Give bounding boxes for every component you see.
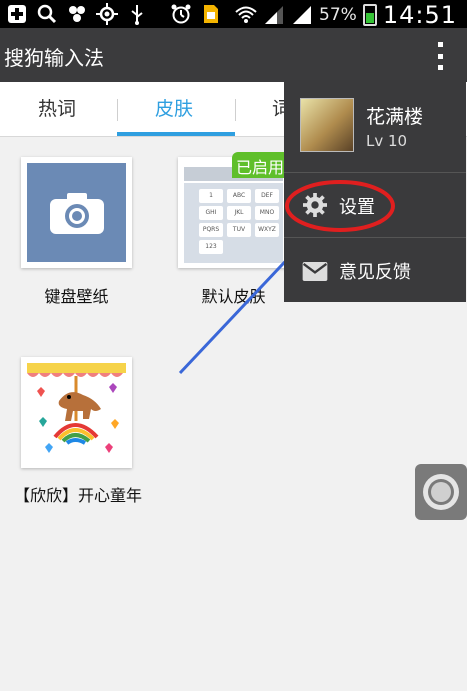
active-tab-indicator (117, 132, 235, 136)
usb-icon (126, 3, 148, 25)
tab-divider (117, 99, 118, 121)
keyboard-preview: 1 ABC DEF GHI JKL MNO PQRS TUV WXYZ 123 (184, 183, 283, 263)
overflow-menu: 花满楼 Lv 10 设置 意见反馈 (284, 80, 466, 302)
tab-divider (235, 99, 236, 121)
app-bar: 搜狗输入法 (0, 28, 467, 82)
menu-item-label: 意见反馈 (339, 262, 411, 283)
preview-key: TUV (227, 223, 251, 237)
preview-key: WXYZ (255, 223, 279, 237)
status-bar: 57% 14:51 (0, 0, 467, 29)
preview-key: PQRS (199, 223, 223, 237)
preview-key: DEF (255, 189, 279, 203)
skin-card-keyboard-wallpaper[interactable] (21, 157, 132, 268)
preview-key: 123 (199, 240, 223, 254)
user-profile[interactable]: 花满楼 Lv 10 (284, 80, 466, 173)
menu-item-label: 设置 (339, 197, 375, 218)
user-level: Lv 10 (366, 132, 408, 150)
sim-icon (200, 3, 222, 25)
menu-item-settings[interactable]: 设置 (284, 173, 466, 237)
search-icon (36, 3, 58, 25)
menu-item-feedback[interactable]: 意见反馈 (284, 238, 466, 302)
user-name: 花满楼 (366, 106, 424, 128)
app-title: 搜狗输入法 (4, 46, 104, 70)
gps-icon (96, 3, 118, 25)
preview-key: GHI (199, 206, 223, 220)
preview-key: MNO (255, 206, 279, 220)
preview-key: JKL (227, 206, 251, 220)
avatar (300, 98, 354, 152)
assistive-touch-button[interactable] (415, 464, 467, 520)
tab-skins[interactable]: 皮肤 (155, 94, 193, 121)
signal-icon (263, 4, 285, 26)
enabled-badge-text: 已启用 (236, 158, 285, 177)
camera-icon (50, 193, 104, 234)
preview-key: 1 (199, 189, 223, 203)
carousel-horse-thumbnail (25, 361, 128, 464)
battery-icon (362, 4, 377, 26)
skin-label: 默认皮肤 (201, 287, 266, 306)
signal-icon (291, 4, 313, 26)
wallpaper-thumbnail (27, 163, 126, 262)
skin-card-happy-childhood[interactable] (21, 357, 132, 468)
wifi-icon (235, 4, 257, 26)
plus-icon (6, 3, 28, 25)
mail-icon (302, 262, 328, 281)
skin-label: 【欣欣】开心童年 (13, 486, 142, 505)
alarm-icon (170, 3, 192, 25)
overflow-menu-icon[interactable] (435, 42, 445, 70)
battery-percent: 57% (319, 5, 357, 25)
gear-icon (303, 193, 327, 217)
skin-label: 键盘壁纸 (44, 287, 109, 306)
clock-time: 14:51 (382, 1, 457, 29)
tab-hot-words[interactable]: 热词 (38, 94, 76, 121)
settings-icon (66, 3, 88, 25)
preview-key: ABC (227, 189, 251, 203)
